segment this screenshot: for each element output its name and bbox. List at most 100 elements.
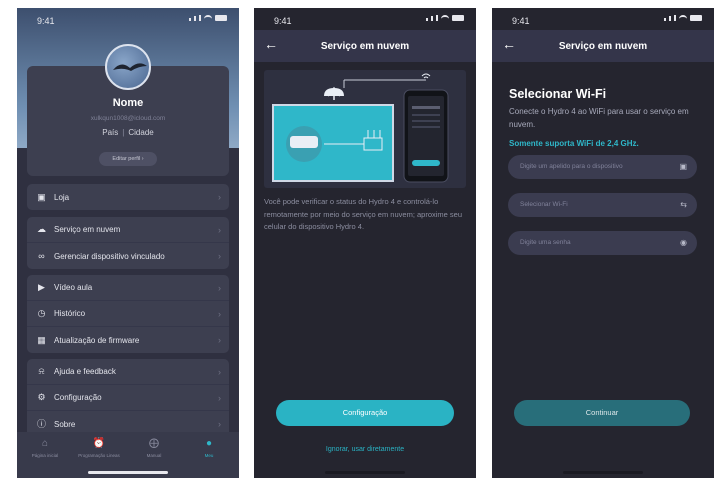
eye-icon[interactable]: ◉ bbox=[680, 231, 687, 255]
tab-home[interactable]: ⌂ Página inicial bbox=[21, 438, 69, 458]
signal-icon bbox=[674, 15, 676, 21]
cloud-description: Você pode verificar o status do Hydro 4 … bbox=[264, 197, 463, 231]
chevron-right-icon: › bbox=[218, 367, 221, 377]
page-title: Serviço em nuvem bbox=[558, 41, 648, 52]
signal-icon bbox=[669, 16, 671, 21]
menu-group-store: ▣ Loja › bbox=[27, 184, 229, 210]
password-field[interactable]: Digite uma senha ◉ bbox=[508, 231, 697, 255]
bird-icon bbox=[113, 63, 147, 71]
signal-icon bbox=[194, 16, 196, 21]
nav-bar: ← Serviço em nuvem bbox=[492, 30, 714, 62]
profile-name: Nome bbox=[112, 97, 144, 109]
edit-profile-button[interactable]: Editar perfil › bbox=[99, 152, 157, 166]
status-bar: 9:41 bbox=[254, 8, 476, 30]
history-icon: ◷ bbox=[37, 308, 46, 318]
status-time: 9:41 bbox=[512, 16, 530, 26]
wifi-band-note: Somente suporta WiFi de 2,4 GHz. bbox=[509, 139, 639, 148]
wifi-subtitle: Conecte o Hydro 4 ao WiFi para usar o se… bbox=[509, 107, 689, 129]
chip-icon: ▦ bbox=[37, 334, 46, 345]
wifi-icon bbox=[441, 15, 449, 21]
profile-screen: 9:41 Nome xulkqun1008@icloud.com País | Ci… bbox=[17, 8, 239, 478]
wifi-heading: Selecionar Wi-Fi bbox=[509, 87, 607, 101]
link-icon: ∞ bbox=[38, 250, 45, 261]
cloud-illustration bbox=[264, 70, 466, 188]
tab-me[interactable]: ● Meu bbox=[185, 438, 233, 458]
select-wifi-screen: 9:41 ← Serviço em nuvem Selecionar Wi-Fi… bbox=[492, 8, 714, 478]
menu-item-label: Atualização de firmware bbox=[54, 335, 140, 345]
profile-email: xulkqun1008@icloud.com bbox=[90, 115, 166, 122]
edit-icon: ▣ bbox=[679, 162, 687, 171]
chevron-right-icon: › bbox=[218, 192, 221, 202]
menu-item-video[interactable]: ▶ Vídeo aula › bbox=[27, 275, 229, 301]
continue-button[interactable]: Continuar bbox=[514, 400, 690, 426]
tab-schedule[interactable]: ⏰ Programação Lineas bbox=[75, 438, 123, 458]
battery-icon bbox=[690, 15, 702, 21]
nickname-placeholder: Digite um apelido para o dispositivo bbox=[520, 163, 623, 170]
menu-item-history[interactable]: ◷ Histórico › bbox=[27, 301, 229, 327]
swap-icon: ⇆ bbox=[680, 200, 687, 209]
compass-icon: ⨁ bbox=[149, 438, 159, 449]
status-time: 9:41 bbox=[37, 16, 55, 26]
device-connection-illustration bbox=[272, 73, 449, 183]
nickname-field[interactable]: Digite um apelido para o dispositivo ▣ bbox=[508, 155, 697, 179]
menu-item-label: Vídeo aula bbox=[54, 283, 93, 292]
wifi-icon bbox=[679, 15, 687, 21]
skip-link[interactable]: Ignorar, usar diretamente bbox=[254, 446, 476, 453]
menu-item-label: Gerenciar dispositivo vinculado bbox=[54, 251, 165, 261]
wifi-select-field[interactable]: Selecionar Wi-Fi ⇆ bbox=[508, 193, 697, 217]
home-indicator bbox=[88, 471, 168, 474]
menu-item-cloud-service[interactable]: ☁ Serviço em nuvem › bbox=[27, 217, 229, 243]
menu-item-label: Serviço em nuvem bbox=[54, 225, 121, 234]
chevron-right-icon: › bbox=[218, 335, 221, 345]
menu-item-manage-device[interactable]: ∞ Gerenciar dispositivo vinculado › bbox=[27, 243, 229, 269]
menu-item-store[interactable]: ▣ Loja › bbox=[27, 184, 229, 210]
video-icon: ▶ bbox=[38, 282, 45, 292]
person-icon: ● bbox=[205, 438, 213, 449]
home-indicator bbox=[563, 471, 643, 474]
battery-icon bbox=[215, 15, 227, 21]
tab-bar: ⌂ Página inicial ⏰ Programação Lineas ⨁ … bbox=[17, 432, 239, 478]
chevron-right-icon: › bbox=[218, 309, 221, 319]
info-icon: ⓘ bbox=[37, 418, 47, 429]
profile-location: País | Cidade bbox=[17, 128, 239, 137]
cloud-icon: ☁ bbox=[37, 224, 46, 234]
avatar[interactable] bbox=[105, 44, 151, 90]
headset-icon: ⍾ bbox=[38, 366, 45, 376]
chevron-right-icon: › bbox=[218, 225, 221, 235]
menu-group-media: ▶ Vídeo aula › ◷ Histórico › ▦ Atualizaç… bbox=[27, 275, 229, 353]
alarm-icon: ⏰ bbox=[92, 438, 106, 449]
location-separator: | bbox=[122, 128, 125, 137]
home-icon: ⌂ bbox=[41, 438, 49, 449]
status-icons bbox=[426, 15, 464, 21]
gear-icon: ⚙ bbox=[37, 392, 46, 402]
menu-item-help[interactable]: ⍾ Ajuda e feedback › bbox=[27, 359, 229, 385]
status-icons bbox=[189, 15, 227, 21]
home-indicator bbox=[325, 471, 405, 474]
wifi-icon bbox=[204, 15, 212, 21]
tab-label: Manual bbox=[146, 453, 162, 458]
menu-item-firmware[interactable]: ▦ Atualização de firmware › bbox=[27, 327, 229, 353]
signal-icon bbox=[431, 16, 433, 21]
menu-item-label: Ajuda e feedback bbox=[54, 367, 116, 376]
chevron-right-icon: › bbox=[218, 251, 221, 261]
signal-icon bbox=[426, 18, 428, 21]
bag-icon: ▣ bbox=[37, 191, 46, 202]
tab-label: Programação Lineas bbox=[78, 453, 120, 458]
nav-bar: ← Serviço em nuvem bbox=[254, 30, 476, 62]
cloud-service-screen: 9:41 ← Serviço em nuvem Você pode verifi… bbox=[254, 8, 476, 478]
menu-item-label: Loja bbox=[54, 192, 70, 202]
chevron-right-icon: › bbox=[218, 283, 221, 293]
status-icons bbox=[664, 15, 702, 21]
password-placeholder: Digite uma senha bbox=[520, 239, 571, 246]
tab-label: Meu bbox=[204, 453, 214, 458]
menu-item-label: Configuração bbox=[54, 393, 102, 402]
signal-icon bbox=[189, 18, 191, 21]
battery-icon bbox=[452, 15, 464, 21]
configuration-button[interactable]: Configuração bbox=[276, 400, 454, 426]
menu-item-label: Sobre bbox=[54, 419, 76, 429]
wifi-select-placeholder: Selecionar Wi-Fi bbox=[520, 201, 568, 208]
tab-manual[interactable]: ⨁ Manual bbox=[130, 438, 178, 458]
menu-item-settings[interactable]: ⚙ Configuração › bbox=[27, 385, 229, 411]
signal-icon bbox=[664, 18, 666, 21]
profile-city: Cidade bbox=[128, 128, 154, 137]
